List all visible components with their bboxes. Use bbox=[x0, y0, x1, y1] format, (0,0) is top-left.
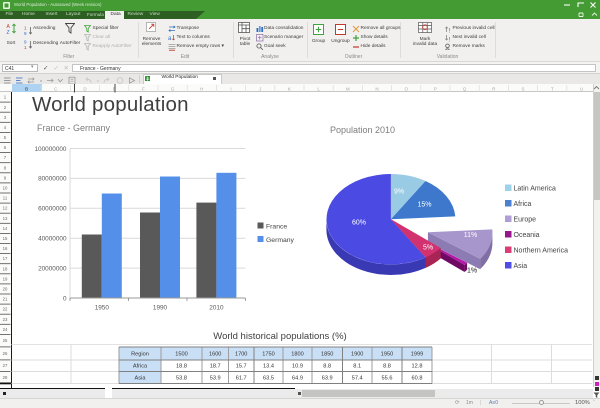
svg-text:1999: 1999 bbox=[411, 352, 423, 358]
svg-text:61.7: 61.7 bbox=[236, 376, 247, 382]
svg-text:1600: 1600 bbox=[209, 352, 221, 358]
svg-text:Region: Region bbox=[131, 352, 149, 358]
svg-text:Africa: Africa bbox=[133, 364, 148, 370]
svg-text:Asia: Asia bbox=[135, 376, 147, 382]
svg-text:1500: 1500 bbox=[175, 352, 187, 358]
svg-text:64.9: 64.9 bbox=[292, 376, 303, 382]
svg-text:63.9: 63.9 bbox=[322, 376, 333, 382]
svg-text:1850: 1850 bbox=[321, 352, 333, 358]
svg-text:18.7: 18.7 bbox=[210, 364, 221, 370]
svg-text:1700: 1700 bbox=[235, 352, 247, 358]
svg-text:10.9: 10.9 bbox=[292, 364, 303, 370]
svg-text:8.1: 8.1 bbox=[353, 364, 361, 370]
svg-text:8.8: 8.8 bbox=[383, 364, 391, 370]
svg-text:1800: 1800 bbox=[291, 352, 303, 358]
svg-text:53.9: 53.9 bbox=[210, 376, 221, 382]
svg-text:55.6: 55.6 bbox=[382, 376, 393, 382]
svg-text:57.4: 57.4 bbox=[352, 376, 363, 382]
svg-text:15.7: 15.7 bbox=[236, 364, 247, 370]
svg-text:60.8: 60.8 bbox=[412, 376, 423, 382]
svg-text:8.8: 8.8 bbox=[323, 364, 331, 370]
svg-text:1750: 1750 bbox=[262, 352, 274, 358]
svg-text:1950: 1950 bbox=[381, 352, 393, 358]
svg-text:12.8: 12.8 bbox=[412, 364, 423, 370]
svg-text:1900: 1900 bbox=[351, 352, 363, 358]
svg-text:13.4: 13.4 bbox=[263, 364, 274, 370]
svg-text:63.5: 63.5 bbox=[263, 376, 274, 382]
svg-text:53.8: 53.8 bbox=[176, 376, 187, 382]
svg-text:18.8: 18.8 bbox=[176, 364, 187, 370]
